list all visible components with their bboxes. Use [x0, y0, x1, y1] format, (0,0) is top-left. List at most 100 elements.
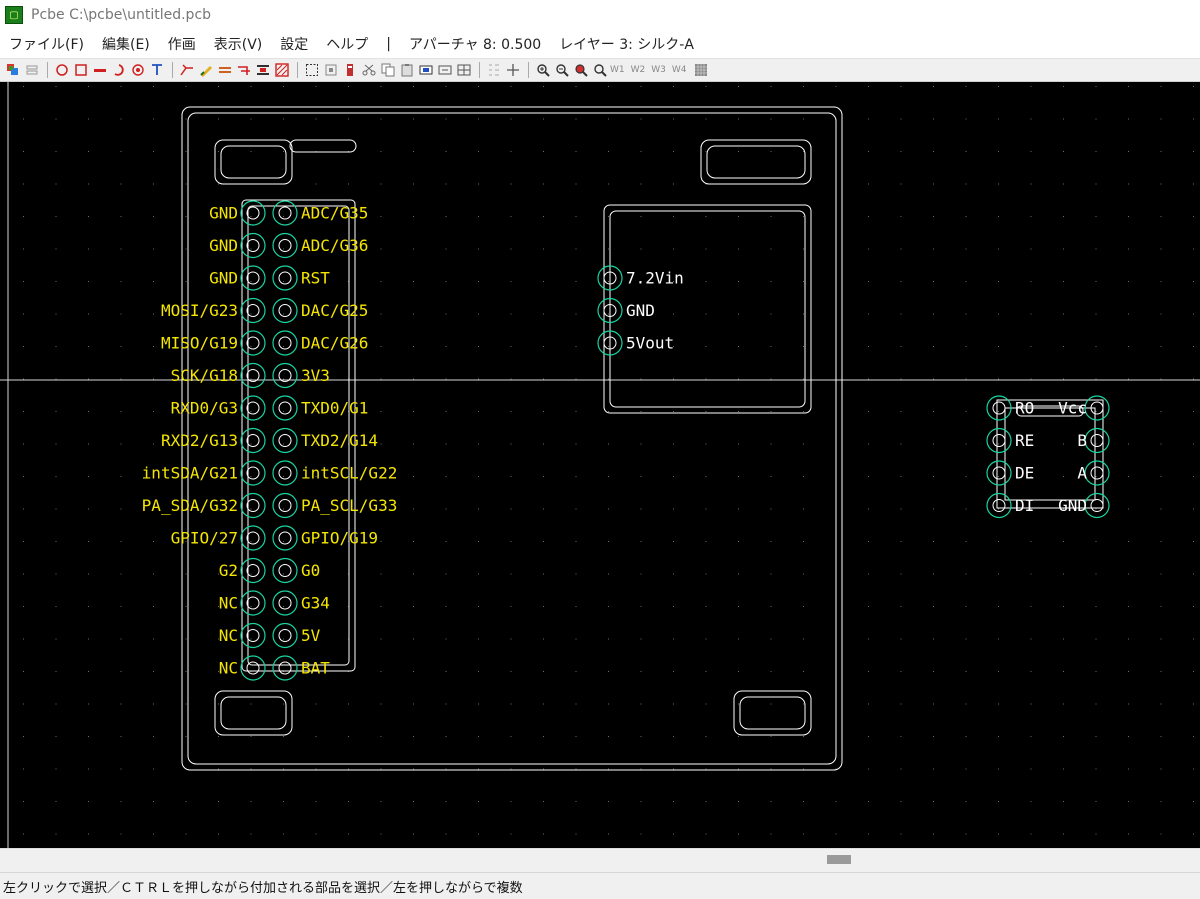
rs485-pad-left-hole	[992, 401, 1006, 415]
header-pad-left	[240, 492, 266, 519]
header-pad-left	[240, 265, 266, 291]
header-pad-right	[272, 525, 298, 551]
header-pad-right	[272, 557, 298, 584]
header-pad-left-hole	[246, 661, 260, 675]
rs485-label-left: DI	[1015, 496, 1034, 515]
rotate-icon[interactable]	[436, 62, 453, 79]
fill-icon[interactable]	[273, 62, 290, 79]
menu-draw[interactable]: 作画	[168, 34, 196, 54]
mirror-icon[interactable]	[417, 62, 434, 79]
pad-icon[interactable]	[235, 62, 252, 79]
target-tool-icon[interactable]	[129, 62, 146, 79]
header-pad-left-hole	[246, 629, 260, 642]
arc-tool-icon[interactable]	[110, 62, 127, 79]
pcb-drawing[interactable]: GND GND GND MOSI/G23 MISO/G19 SCK/G18 RXD0/G3 R…	[0, 82, 1200, 848]
menu-help[interactable]: ヘルプ	[326, 34, 368, 54]
toolbar-divider	[528, 62, 529, 78]
window-button-w1[interactable]: W1	[610, 65, 625, 75]
text-tool-icon[interactable]	[148, 62, 165, 79]
header-pad-left	[240, 395, 266, 421]
rs485-pad-left-hole	[992, 466, 1006, 480]
route-icon[interactable]	[178, 62, 195, 79]
header-pad-right-hole	[278, 336, 292, 350]
header-label-left: RXD2/G13	[161, 431, 238, 450]
zoom-in-icon[interactable]	[534, 62, 551, 79]
line-tool-icon[interactable]	[91, 62, 108, 79]
header-pad-right-hole	[278, 401, 292, 415]
copy-icon[interactable]	[379, 62, 396, 79]
mount-slot-top-left-inner	[220, 145, 287, 179]
horizontal-scrollbar[interactable]	[0, 848, 1200, 871]
app-icon: ▢	[5, 6, 23, 24]
pen-icon[interactable]	[197, 62, 214, 79]
header-pad-left	[240, 297, 266, 324]
rect-tool-icon[interactable]	[72, 62, 89, 79]
header-pad-left-hole	[246, 499, 260, 512]
zoom-window-icon[interactable]	[591, 62, 608, 79]
header-pad-left-hole	[246, 304, 260, 317]
header-pad-left-hole	[246, 531, 260, 545]
header-pad-left	[240, 200, 266, 226]
via-icon[interactable]	[254, 62, 271, 79]
grid-toggle-icon[interactable]	[693, 62, 710, 79]
status-text: 左クリックで選択／ＣＴＲＬを押しながら付加される部品を選択／左を押しながらで複数	[3, 880, 523, 896]
stack-icon[interactable]	[23, 62, 40, 79]
paste-icon[interactable]	[398, 62, 415, 79]
zoom-fit-icon[interactable]	[572, 62, 589, 79]
mount-slot-bottom-left-inner	[220, 696, 287, 730]
header-label-right: BAT	[301, 659, 330, 678]
header-pad-left-hole	[246, 434, 260, 447]
header-label-right: TXD2/G14	[301, 431, 378, 450]
header-label-right: ADC/G36	[301, 236, 368, 255]
window-button-w3[interactable]: W3	[651, 65, 666, 75]
component-icon[interactable]	[341, 62, 358, 79]
header-pad-right	[272, 297, 298, 324]
header-label-left: GPIO/27	[171, 529, 238, 548]
header-label-left: MOSI/G23	[161, 301, 238, 320]
header-label-right: RST	[301, 269, 330, 288]
header-label-right: DAC/G26	[301, 334, 368, 353]
header-label-left: RXD0/G3	[171, 399, 238, 418]
menu-aperture[interactable]: アパーチャ 8: 0.500	[409, 34, 541, 54]
menu-layer[interactable]: レイヤー 3: シルク-A	[559, 34, 694, 54]
rs485-outline-inner	[1004, 407, 1096, 501]
menu-settings[interactable]: 設定	[280, 34, 308, 54]
pcb-canvas[interactable]: GND GND GND MOSI/G23 MISO/G19 SCK/G18 RXD0/G3 R…	[0, 82, 1200, 848]
header-pad-left	[240, 427, 266, 454]
bus-icon[interactable]	[216, 62, 233, 79]
menu-view[interactable]: 表示(V)	[214, 34, 263, 54]
header-pad-right	[272, 232, 298, 259]
header-label-left: NC	[219, 659, 238, 678]
rs485-pad-right	[1084, 427, 1110, 454]
layers-icon[interactable]	[4, 62, 21, 79]
grid-icon[interactable]	[455, 62, 472, 79]
move-icon[interactable]	[322, 62, 339, 79]
zoom-out-icon[interactable]	[553, 62, 570, 79]
dots-icon[interactable]	[485, 62, 502, 79]
window-button-w2[interactable]: W2	[631, 65, 646, 75]
menu-file[interactable]: ファイル(F)	[9, 34, 84, 54]
rs485-pad-left-hole	[992, 434, 1006, 447]
select-icon[interactable]	[303, 62, 320, 79]
crosshair-icon[interactable]	[504, 62, 521, 79]
header-pad-left	[240, 460, 266, 486]
rs485-pad-left	[986, 460, 1012, 486]
header-pad-right	[272, 200, 298, 226]
header-label-right: TXD0/G1	[301, 399, 368, 418]
circle-tool-icon[interactable]	[53, 62, 70, 79]
header-pad-right-hole	[278, 466, 292, 480]
header-pad-right-hole	[278, 271, 292, 285]
header-label-right: 5V	[301, 626, 321, 645]
menu-edit[interactable]: 編集(E)	[102, 34, 150, 54]
rs485-pad-right-hole	[1090, 499, 1104, 512]
toolbar-divider	[479, 62, 480, 78]
rs485-label-left: DE	[1015, 464, 1034, 483]
header-pad-right-hole	[278, 206, 292, 220]
rs485-pad-right	[1084, 460, 1110, 486]
header-pad-left-hole	[246, 596, 260, 610]
header-pad-right-hole	[278, 564, 292, 577]
window-button-w4[interactable]: W4	[672, 65, 687, 75]
cut-icon[interactable]	[360, 62, 377, 79]
scrollbar-thumb[interactable]	[827, 855, 851, 864]
header-pad-left-hole	[246, 206, 260, 220]
